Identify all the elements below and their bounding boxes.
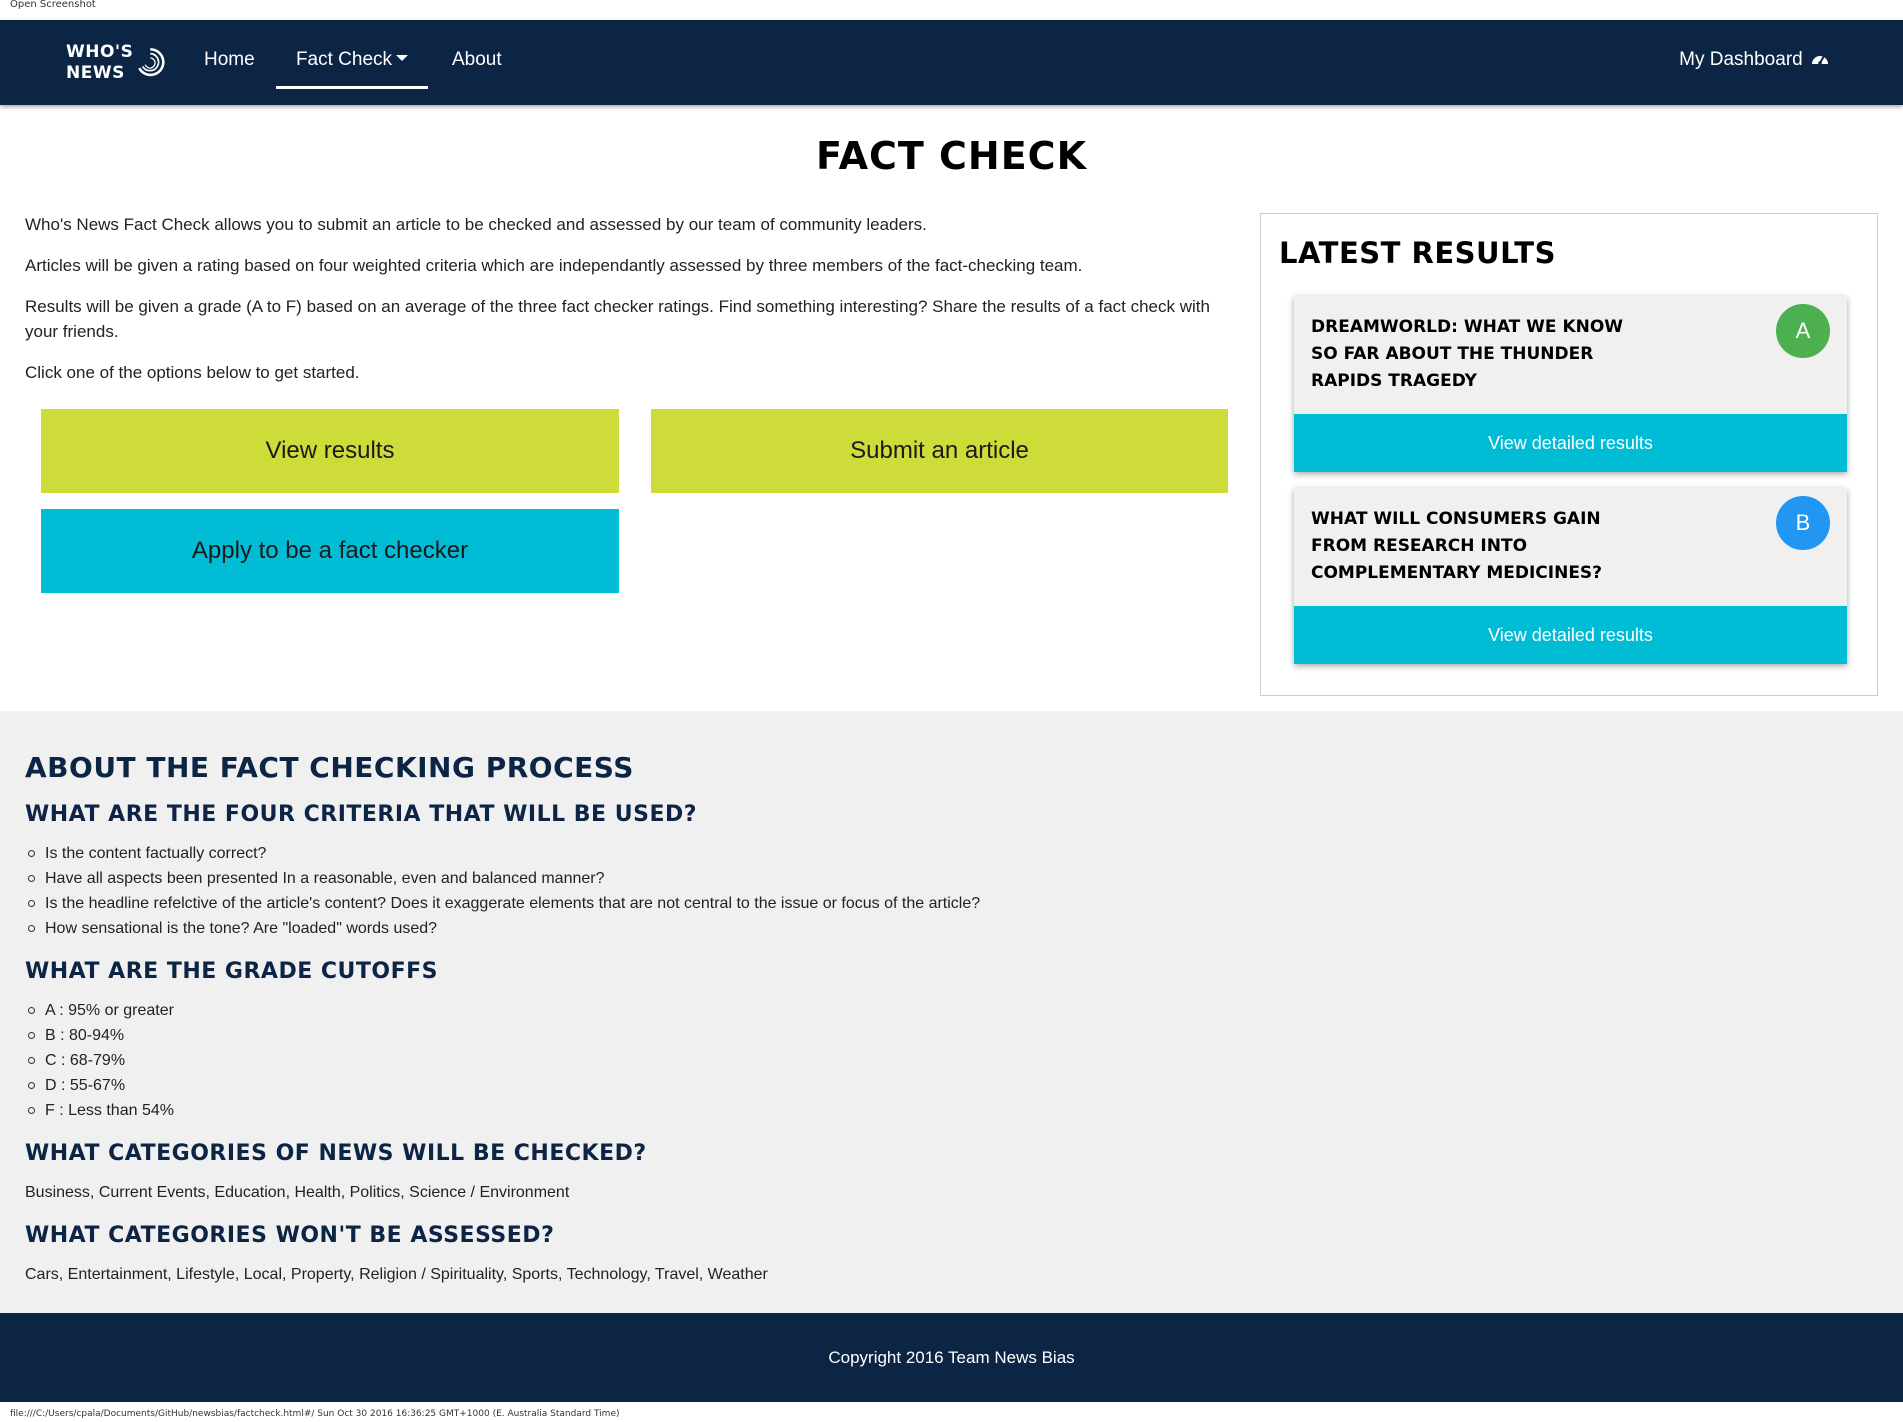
view-detailed-results-button[interactable]: View detailed results [1294, 414, 1847, 472]
nav-my-dashboard[interactable]: My Dashboard [1679, 20, 1829, 105]
result-card: What will consumers gain from research i… [1294, 488, 1847, 664]
excluded-categories: Cars, Entertainment, Lifestyle, Local, P… [25, 1266, 768, 1283]
intro-text: Who's News Fact Check allows you to subm… [25, 212, 1245, 401]
nav-dashboard-label: My Dashboard [1679, 49, 1803, 70]
criteria-list: Is the content factually correct? Have a… [25, 841, 1825, 941]
checked-categories: Business, Current Events, Education, Hea… [25, 1184, 570, 1201]
list-item: F : Less than 54% [25, 1098, 1825, 1123]
caret-down-icon [396, 55, 409, 62]
nav-fact-check[interactable]: Fact Check [276, 20, 428, 105]
list-item: C : 68-79% [25, 1048, 1825, 1073]
grade-badge: A [1776, 304, 1830, 358]
latest-results-panel: LATEST RESULTS Dreamworld: What we know … [1260, 213, 1878, 696]
window-caption: Open Screenshot [10, 0, 96, 10]
active-tab-underline [276, 86, 428, 89]
page-title: FACT CHECK [815, 134, 1088, 178]
grades-list: A : 95% or greater B : 80-94% C : 68-79%… [25, 998, 1825, 1123]
site-footer: Copyright 2016 Team News Bias [0, 1313, 1903, 1402]
excluded-heading: WHAT CATEGORIES WON'T BE ASSESSED? [25, 1223, 555, 1248]
apply-fact-checker-button[interactable]: Apply to be a fact checker [41, 509, 619, 593]
nav-fact-check-label: Fact Check [295, 49, 393, 70]
list-item: B : 80-94% [25, 1023, 1825, 1048]
grades-heading: WHAT ARE THE GRADE CUTOFFS [25, 959, 439, 984]
top-navbar: WHO'S NEWS Home Fact Check About My Dash… [0, 20, 1903, 105]
list-item: D : 55-67% [25, 1073, 1825, 1098]
about-content: ABOUT THE FACT CHECKING PROCESS WHAT ARE… [25, 751, 1825, 1305]
view-results-button[interactable]: View results [41, 409, 619, 493]
intro-paragraph: Articles will be given a rating based on… [25, 256, 1083, 275]
nav-about[interactable]: About [452, 20, 502, 105]
intro-paragraph: Results will be given a grade (A to F) b… [25, 297, 1210, 341]
list-item: How sensational is the tone? Are "loaded… [25, 916, 1825, 941]
intro-paragraph: Who's News Fact Check allows you to subm… [25, 215, 927, 234]
logo-line-1: WHO'S [66, 42, 134, 62]
list-item: Have all aspects been presented In a rea… [25, 866, 1825, 891]
nav-home-label: Home [204, 49, 255, 70]
status-bar: file:///C:/Users/cpala/Documents/GitHub/… [0, 1406, 1903, 1422]
result-card: Dreamworld: What we know so far about th… [1294, 296, 1847, 472]
result-card-title: Dreamworld: What we know so far about th… [1311, 317, 1624, 391]
swirl-logo-icon [138, 48, 165, 77]
checked-heading: WHAT CATEGORIES OF NEWS WILL BE CHECKED? [25, 1141, 647, 1166]
nav-home[interactable]: Home [204, 20, 255, 105]
nav-about-label: About [452, 49, 502, 70]
about-heading: ABOUT THE FACT CHECKING PROCESS [25, 751, 634, 784]
result-card-title: What will consumers gain from research i… [1311, 509, 1603, 583]
submit-article-button[interactable]: Submit an article [651, 409, 1228, 493]
view-detailed-results-button[interactable]: View detailed results [1294, 606, 1847, 664]
logo-line-2: NEWS [66, 63, 125, 83]
copyright-text: Copyright 2016 Team News Bias [828, 1347, 1075, 1367]
list-item: Is the content factually correct? [25, 841, 1825, 866]
logo-text: WHO'S NEWS [66, 42, 133, 84]
about-section: ABOUT THE FACT CHECKING PROCESS WHAT ARE… [0, 711, 1903, 1313]
criteria-heading: WHAT ARE THE FOUR CRITERIA THAT WILL BE … [25, 802, 698, 827]
latest-results-title: LATEST RESULTS [1279, 236, 1556, 270]
list-item: A : 95% or greater [25, 998, 1825, 1023]
page: Open Screenshot WHO'S NEWS Home Fact Che… [0, 0, 1903, 1422]
grade-badge: B [1776, 496, 1830, 550]
list-item: Is the headline refelctive of the articl… [25, 891, 1825, 916]
intro-paragraph: Click one of the options below to get st… [25, 363, 360, 382]
dashboard-gauge-icon [1812, 55, 1828, 66]
site-logo[interactable]: WHO'S NEWS [66, 40, 166, 86]
